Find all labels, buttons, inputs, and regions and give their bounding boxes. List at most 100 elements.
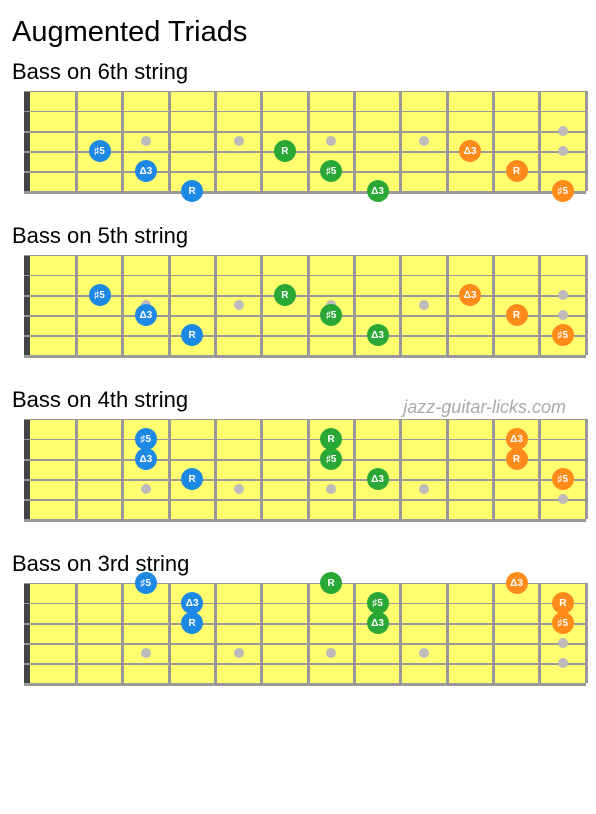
note-dot: R: [181, 612, 203, 634]
fret-wire: [399, 419, 402, 519]
fret-wire: [121, 91, 124, 191]
note-dot: R: [320, 428, 342, 450]
string-line: [24, 643, 586, 645]
fret-wire: [307, 91, 310, 191]
note-dot: ♯5: [552, 468, 574, 490]
fret-wire: [492, 583, 495, 683]
diagram-subtitle: Bass on 5th string: [12, 223, 586, 249]
note-dot: Δ3: [506, 428, 528, 450]
inlay-marker: [558, 658, 568, 668]
fret-wire: [538, 419, 541, 519]
inlay-marker: [234, 300, 244, 310]
note-dot: Δ3: [367, 180, 389, 202]
fret-wire: [399, 583, 402, 683]
fret-wire: [538, 91, 541, 191]
string-line: [24, 191, 586, 194]
inlay-marker: [234, 648, 244, 658]
fret-wire: [585, 255, 588, 355]
inlay-marker: [419, 648, 429, 658]
inlay-marker: [558, 494, 568, 504]
inlay-marker: [141, 484, 151, 494]
diagram-subtitle: Bass on 3rd string: [12, 551, 586, 577]
note-dot: Δ3: [459, 140, 481, 162]
inlay-marker: [558, 310, 568, 320]
fret-wire: [75, 419, 78, 519]
note-dot: ♯5: [89, 140, 111, 162]
fret-wire: [307, 255, 310, 355]
inlay-marker: [558, 290, 568, 300]
note-dot: Δ3: [135, 304, 157, 326]
string-line: [24, 663, 586, 665]
note-dot: R: [274, 140, 296, 162]
inlay-marker: [141, 136, 151, 146]
string-line: [24, 255, 586, 256]
note-dot: ♯5: [367, 592, 389, 614]
fret-wire: [168, 583, 171, 683]
string-line: [24, 603, 586, 604]
note-dot: R: [506, 304, 528, 326]
fret-wire: [446, 255, 449, 355]
note-dot: Δ3: [367, 612, 389, 634]
inlay-marker: [419, 136, 429, 146]
fret-wire: [446, 91, 449, 191]
inlay-marker: [234, 136, 244, 146]
fret-wire: [168, 91, 171, 191]
note-dot: ♯5: [552, 180, 574, 202]
note-dot: R: [506, 448, 528, 470]
fret-wire: [121, 419, 124, 519]
note-dot: ♯5: [320, 304, 342, 326]
string-line: [24, 439, 586, 440]
fret-wire: [214, 583, 217, 683]
note-dot: Δ3: [135, 448, 157, 470]
fretboard-diagram: ♯5Δ3RR♯5Δ3Δ3R♯5: [10, 91, 586, 201]
inlay-marker: [234, 484, 244, 494]
string-line: [24, 519, 586, 522]
fret-wire: [492, 419, 495, 519]
fretboard-diagram: jazz-guitar-licks.com♯5Δ3RR♯5Δ3Δ3R♯5: [10, 419, 586, 529]
inlay-marker: [558, 126, 568, 136]
fret-wire: [260, 255, 263, 355]
note-dot: R: [320, 572, 342, 594]
string-line: [24, 315, 586, 317]
fret-wire: [353, 419, 356, 519]
string-line: [24, 623, 586, 625]
fret-wire: [168, 255, 171, 355]
fret-wire: [353, 255, 356, 355]
fret-wire: [75, 583, 78, 683]
note-dot: Δ3: [506, 572, 528, 594]
nut: [24, 91, 30, 191]
note-dot: Δ3: [135, 160, 157, 182]
fret-wire: [214, 91, 217, 191]
inlay-marker: [558, 146, 568, 156]
note-dot: R: [181, 324, 203, 346]
string-line: [24, 459, 586, 461]
note-dot: ♯5: [89, 284, 111, 306]
fret-wire: [446, 419, 449, 519]
inlay-marker: [419, 484, 429, 494]
note-dot: ♯5: [552, 324, 574, 346]
inlay-marker: [419, 300, 429, 310]
fret-wire: [260, 419, 263, 519]
page-title: Augmented Triads: [12, 16, 586, 49]
fret-wire: [75, 91, 78, 191]
note-dot: R: [552, 592, 574, 614]
note-dot: Δ3: [181, 592, 203, 614]
inlay-marker: [141, 648, 151, 658]
fret-wire: [399, 91, 402, 191]
fret-wire: [492, 91, 495, 191]
fretboard-diagram: ♯5Δ3RR♯5Δ3Δ3R♯5: [10, 583, 586, 693]
note-dot: ♯5: [135, 428, 157, 450]
fret-wire: [353, 91, 356, 191]
note-dot: R: [274, 284, 296, 306]
fret-wire: [260, 91, 263, 191]
note-dot: ♯5: [320, 160, 342, 182]
note-dot: R: [181, 468, 203, 490]
fret-wire: [446, 583, 449, 683]
string-line: [24, 499, 586, 501]
string-line: [24, 131, 586, 133]
fret-wire: [214, 255, 217, 355]
note-dot: Δ3: [459, 284, 481, 306]
note-dot: ♯5: [135, 572, 157, 594]
string-line: [24, 91, 586, 92]
nut: [24, 419, 30, 519]
